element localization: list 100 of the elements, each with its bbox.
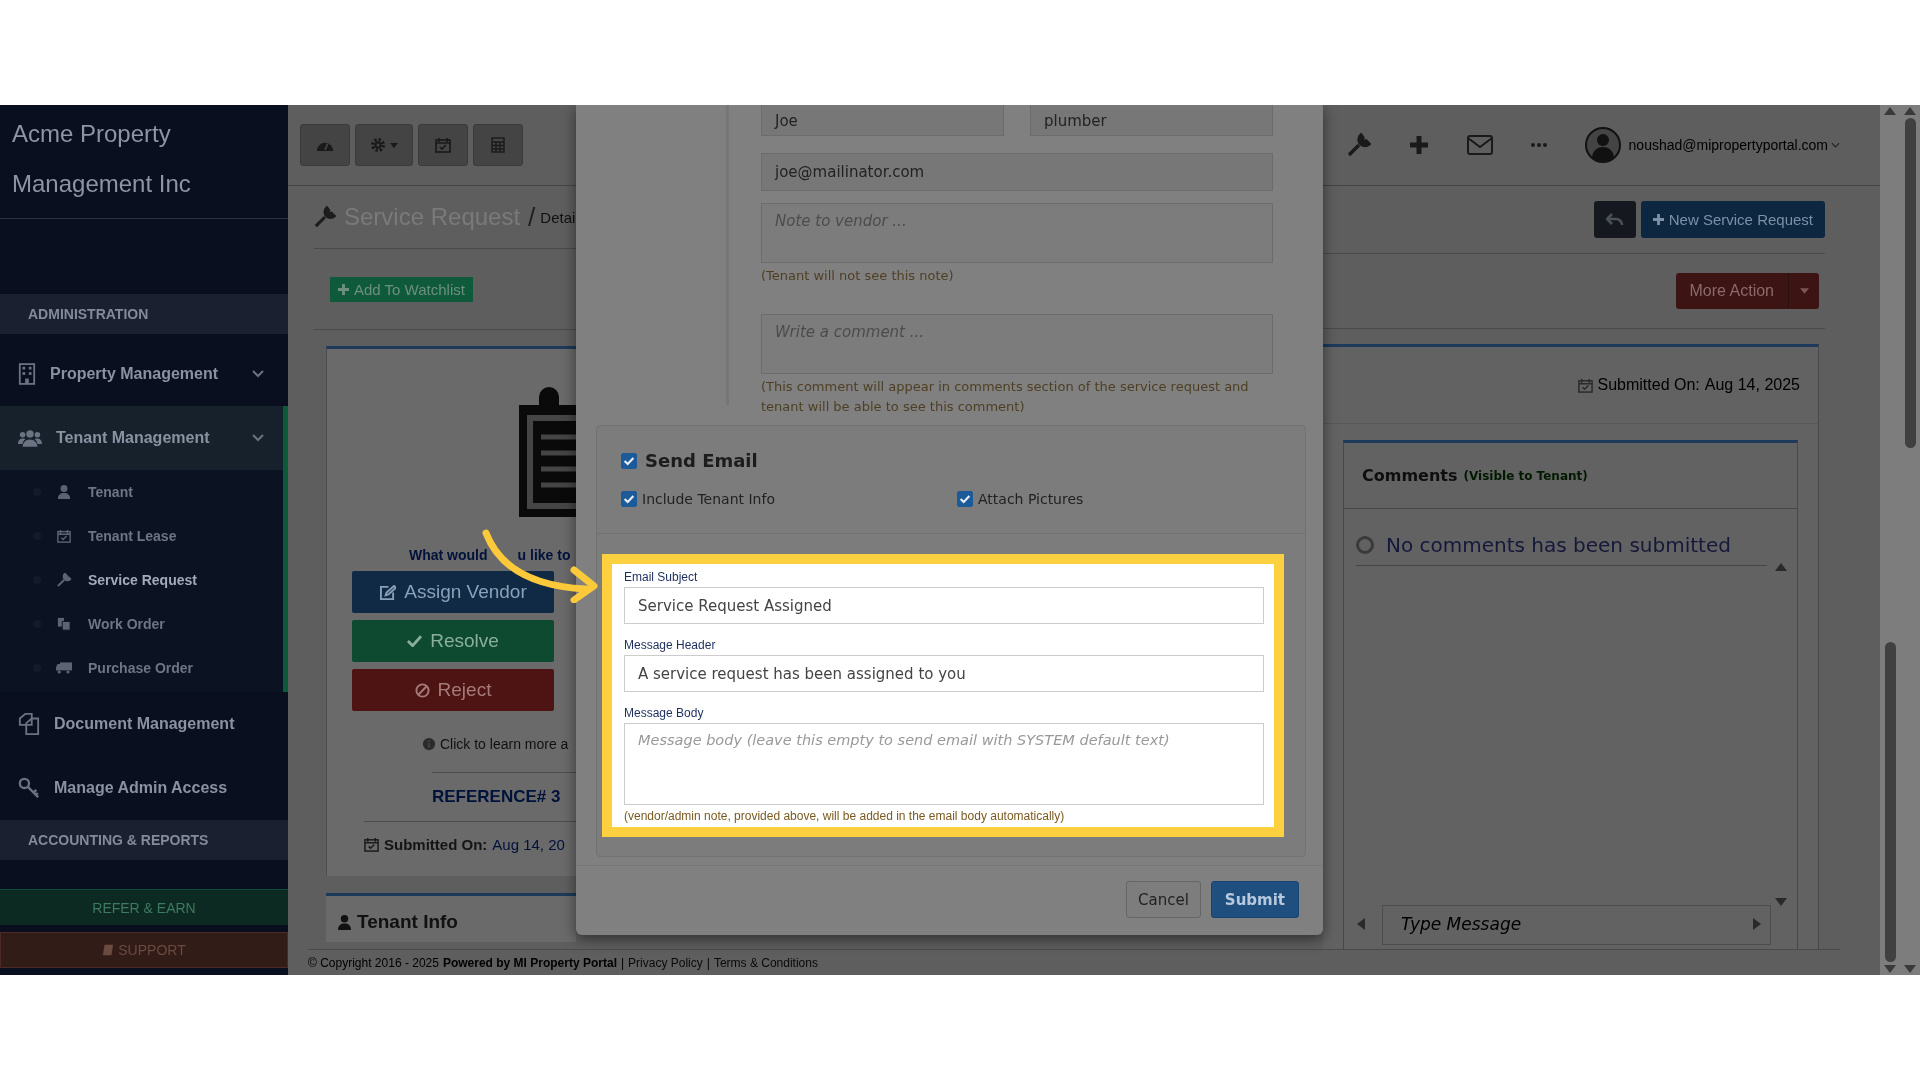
separator: | (706, 955, 710, 970)
support-button[interactable]: SUPPORT (0, 932, 288, 968)
message-field[interactable]: Type Message (1382, 905, 1771, 945)
scrollbar-thumb[interactable] (1904, 118, 1916, 448)
truck-icon (56, 662, 72, 674)
chevron-down-icon (252, 370, 264, 378)
hint-text: (Tenant will not see this note) (761, 267, 955, 285)
scroll-down-icon[interactable] (1904, 965, 1916, 973)
chevron-down-icon (252, 434, 264, 442)
caret-icon (1831, 142, 1840, 148)
separator: | (620, 955, 625, 970)
plus-icon (338, 283, 349, 295)
scroll-down-icon[interactable] (1884, 965, 1896, 973)
learn-more-link[interactable]: Click to learn more a (440, 736, 569, 752)
assign-button[interactable]: Assign Vendor (352, 571, 554, 613)
checkbox[interactable] (621, 491, 637, 507)
checkbox[interactable] (621, 452, 637, 469)
files-icon (56, 617, 72, 631)
hint-text: (vendor/admin note, provided above, will be added in the email body automatically) (624, 809, 1066, 823)
new-request-button[interactable]: New Service Request (1640, 201, 1825, 238)
checkbox-label: Send Email (645, 450, 758, 471)
more-icon[interactable] (1530, 143, 1547, 147)
scrollbar[interactable] (1880, 105, 1920, 975)
scroll-up-icon[interactable] (1775, 563, 1787, 571)
calendar-icon (1577, 377, 1593, 393)
cancel-button[interactable]: Cancel (1126, 881, 1201, 918)
user-icon (56, 485, 72, 499)
footer-link[interactable]: Privacy Policy (628, 955, 703, 970)
email-field[interactable]: joe@mailinator.com (761, 153, 1273, 191)
sidebar-subitem[interactable]: Tenant Lease (0, 514, 283, 558)
user-menu[interactable]: noushad@mipropertyportal.com (1628, 137, 1840, 153)
back-button[interactable] (1593, 201, 1636, 238)
key-icon (18, 777, 40, 799)
scroll-up-icon[interactable] (1904, 107, 1916, 115)
body-field[interactable]: Message body (leave this empty to send email with SYSTEM default text) (624, 723, 1264, 805)
submitted-date: Aug 14, 20 (492, 836, 565, 853)
calendar-check-icon (56, 529, 72, 543)
wrench-icon (56, 573, 72, 587)
breadcrumb[interactable]: Detai (540, 208, 576, 226)
scroll-right-icon[interactable] (1753, 918, 1761, 930)
checkbox-label: Include Tenant Info (642, 491, 775, 507)
calendar-icon (364, 837, 379, 852)
sidebar-item[interactable]: Manage Admin Access (0, 756, 288, 820)
sidebar-item[interactable]: Tenant Management (0, 406, 283, 470)
plus-icon (1652, 214, 1664, 225)
calendar-icon (435, 137, 451, 153)
building-icon (18, 363, 36, 385)
refer-button[interactable]: REFER & EARN (0, 889, 288, 925)
footer-link[interactable]: Terms & Conditions (713, 955, 818, 970)
checkbox[interactable] (957, 491, 973, 507)
subject-field[interactable]: Service Request Assigned (624, 587, 1264, 624)
reject-button[interactable]: Reject (352, 669, 554, 711)
sidebar-subitem[interactable]: Work Order (0, 602, 283, 646)
calculator-button[interactable] (473, 124, 523, 166)
dashboard-button[interactable] (300, 124, 350, 166)
check-icon (407, 635, 423, 647)
sidebar-item[interactable]: Document Management (0, 692, 288, 756)
sidebar-section-header: ADMINISTRATION (0, 294, 288, 334)
hint-text: (This comment will appear in comments section of the service request and tenant will be able to see this comment) (761, 378, 1250, 416)
plus-icon[interactable] (1408, 135, 1429, 155)
avatar-icon[interactable] (1584, 127, 1621, 163)
field-label: Message Body (624, 706, 705, 720)
caret-icon (390, 142, 398, 148)
wrench-icon[interactable] (1346, 133, 1371, 157)
sidebar-subitem[interactable]: Service Request (0, 558, 283, 602)
header-field[interactable]: A service request has been assigned to you (624, 655, 1264, 692)
scrollbar-thumb[interactable] (1884, 642, 1896, 962)
sidebar-section-header: ACCOUNTING & REPORTS (0, 820, 288, 860)
scroll-up-icon[interactable] (1884, 107, 1896, 115)
sidebar-item[interactable]: Property Management (0, 342, 283, 406)
caret-icon (1799, 288, 1809, 294)
edit-icon (379, 584, 397, 600)
field-label: Email Subject (624, 570, 699, 584)
mail-icon[interactable] (1466, 135, 1493, 155)
submitted-label: Submitted On: (1597, 376, 1700, 394)
scroll-down-icon[interactable] (1775, 898, 1787, 906)
back-arrow-icon (1605, 212, 1624, 227)
users-icon (18, 428, 42, 448)
sidebar-subitem[interactable]: Tenant (0, 470, 283, 514)
sidebar-subitem[interactable]: Purchase Order (0, 646, 283, 690)
scroll-left-icon[interactable] (1357, 918, 1365, 930)
copyright-text: © Copyright 2016 - 2025 (308, 955, 439, 970)
settings-button[interactable] (355, 124, 413, 166)
more-action-button[interactable]: More Action (1675, 273, 1819, 309)
timeline-dot (1356, 536, 1374, 554)
submitted-label: Submitted On: (384, 836, 488, 853)
watchlist-button[interactable]: Add To Watchlist (330, 276, 473, 302)
submit-button[interactable]: Submit (1210, 881, 1299, 918)
vendor-type-field[interactable]: plumber (1030, 105, 1273, 136)
calendar-button[interactable] (418, 124, 468, 166)
user-icon (338, 914, 351, 930)
empty-message: No comments has been submitted (1386, 533, 1731, 557)
name-field[interactable]: Joe (761, 105, 1004, 136)
action-prompt: What would (409, 547, 488, 563)
wrench-icon (314, 206, 336, 228)
ban-icon (414, 682, 430, 698)
calculator-icon (491, 137, 505, 153)
resolve-button[interactable]: Resolve (352, 620, 554, 662)
checkbox-label: Attach Pictures (978, 491, 1084, 507)
breadcrumb-separator: / (528, 201, 536, 233)
